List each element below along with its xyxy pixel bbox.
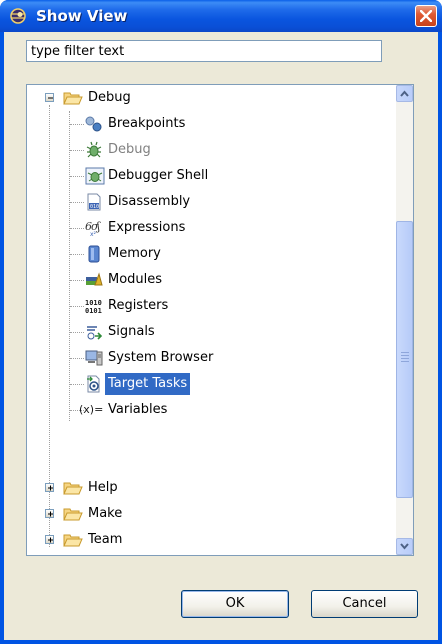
view-tree[interactable]: Debug Breakpoints Debug Debugger Shell 0… bbox=[26, 84, 414, 556]
filter-input[interactable] bbox=[26, 40, 382, 62]
tree-category-label: Help bbox=[88, 480, 118, 495]
show-view-dialog: Show View type filter text Debug Breakpo… bbox=[0, 0, 442, 644]
memory-icon bbox=[85, 245, 103, 263]
tree-item-memory[interactable]: Memory bbox=[27, 241, 396, 267]
tree-item-label: Expressions bbox=[108, 220, 186, 235]
tree-item-label: Signals bbox=[108, 324, 155, 339]
tree-item-label: Variables bbox=[108, 402, 168, 417]
tree-category-make[interactable]: Make bbox=[27, 501, 396, 527]
tree-item-label: Memory bbox=[108, 246, 161, 261]
target-tasks-icon bbox=[85, 375, 103, 393]
chevron-up-icon bbox=[400, 90, 409, 97]
tree-item-breakpoints[interactable]: Breakpoints bbox=[27, 111, 396, 137]
tree-item-label: Registers bbox=[108, 298, 169, 313]
scroll-down-button[interactable] bbox=[396, 538, 413, 555]
tree-item-label: Modules bbox=[108, 272, 163, 287]
tree-category-help[interactable]: Help bbox=[27, 475, 396, 501]
expand-icon[interactable] bbox=[45, 509, 54, 518]
tree-item-disassembly[interactable]: 010 Disassembly bbox=[27, 189, 396, 215]
svg-text:0101: 0101 bbox=[85, 307, 102, 315]
eclipse-icon bbox=[9, 7, 27, 25]
tree-item-label: Breakpoints bbox=[108, 116, 186, 131]
cancel-button[interactable]: Cancel bbox=[311, 590, 418, 618]
scroll-up-button[interactable] bbox=[396, 85, 413, 102]
breakpoints-icon bbox=[85, 115, 103, 133]
registers-icon: 1010 0101 bbox=[85, 297, 103, 315]
tree-item-target-tasks[interactable]: Target Tasks bbox=[27, 371, 396, 397]
close-icon bbox=[420, 10, 432, 22]
debug-bug-icon bbox=[85, 141, 103, 159]
tree-item-registers[interactable]: 1010 0101 Registers bbox=[27, 293, 396, 319]
tree-item-label: Target Tasks bbox=[105, 373, 191, 395]
expand-icon[interactable] bbox=[45, 483, 54, 492]
svg-text:x²: x² bbox=[90, 231, 97, 237]
tree-item-label: Debugger Shell bbox=[108, 168, 209, 183]
debugger-shell-icon bbox=[85, 167, 105, 185]
tree-item-label: Disassembly bbox=[108, 194, 191, 209]
tree-item-variables[interactable]: (x)= Variables bbox=[27, 397, 396, 423]
scroll-thumb[interactable] bbox=[396, 221, 413, 498]
tree-item-debugger-shell[interactable]: Debugger Shell bbox=[27, 163, 396, 189]
svg-text:010: 010 bbox=[90, 204, 99, 210]
tree-rows: Debug Breakpoints Debug Debugger Shell 0… bbox=[27, 85, 396, 555]
folder-icon bbox=[63, 505, 83, 523]
folder-icon bbox=[63, 479, 83, 497]
expressions-icon: 6 σ ʃ x² bbox=[85, 219, 105, 238]
tree-category-label: Debug bbox=[88, 90, 131, 105]
vertical-scrollbar[interactable] bbox=[396, 85, 413, 555]
tree-item-modules[interactable]: Modules bbox=[27, 267, 396, 293]
tree-item-label: Debug bbox=[108, 142, 151, 157]
expand-icon[interactable] bbox=[45, 535, 54, 544]
tree-item-expressions[interactable]: 6 σ ʃ x² Expressions bbox=[27, 215, 396, 241]
system-browser-icon bbox=[85, 349, 103, 367]
svg-text:1010: 1010 bbox=[85, 299, 102, 307]
tree-category-label: Team bbox=[88, 532, 123, 547]
tree-item-label: System Browser bbox=[108, 350, 214, 365]
folder-icon bbox=[63, 531, 83, 549]
tree-category-debug[interactable]: Debug bbox=[27, 85, 396, 111]
dialog-title: Show View bbox=[36, 7, 128, 25]
signals-icon bbox=[85, 323, 103, 341]
tree-category-team[interactable]: Team bbox=[27, 527, 396, 553]
modules-icon bbox=[85, 271, 103, 289]
folder-open-icon bbox=[63, 89, 83, 107]
ok-button[interactable]: OK bbox=[181, 590, 289, 618]
chevron-down-icon bbox=[400, 543, 409, 550]
tree-item-system-browser[interactable]: System Browser bbox=[27, 345, 396, 371]
tree-category-label: Make bbox=[88, 506, 123, 521]
variables-icon: (x)= bbox=[79, 403, 104, 416]
tree-item-signals[interactable]: Signals bbox=[27, 319, 396, 345]
collapse-icon[interactable] bbox=[45, 93, 54, 102]
title-bar[interactable]: Show View bbox=[0, 0, 442, 32]
tree-item-debug[interactable]: Debug bbox=[27, 137, 396, 163]
close-button[interactable] bbox=[415, 5, 437, 27]
disassembly-icon: 010 bbox=[85, 193, 103, 211]
